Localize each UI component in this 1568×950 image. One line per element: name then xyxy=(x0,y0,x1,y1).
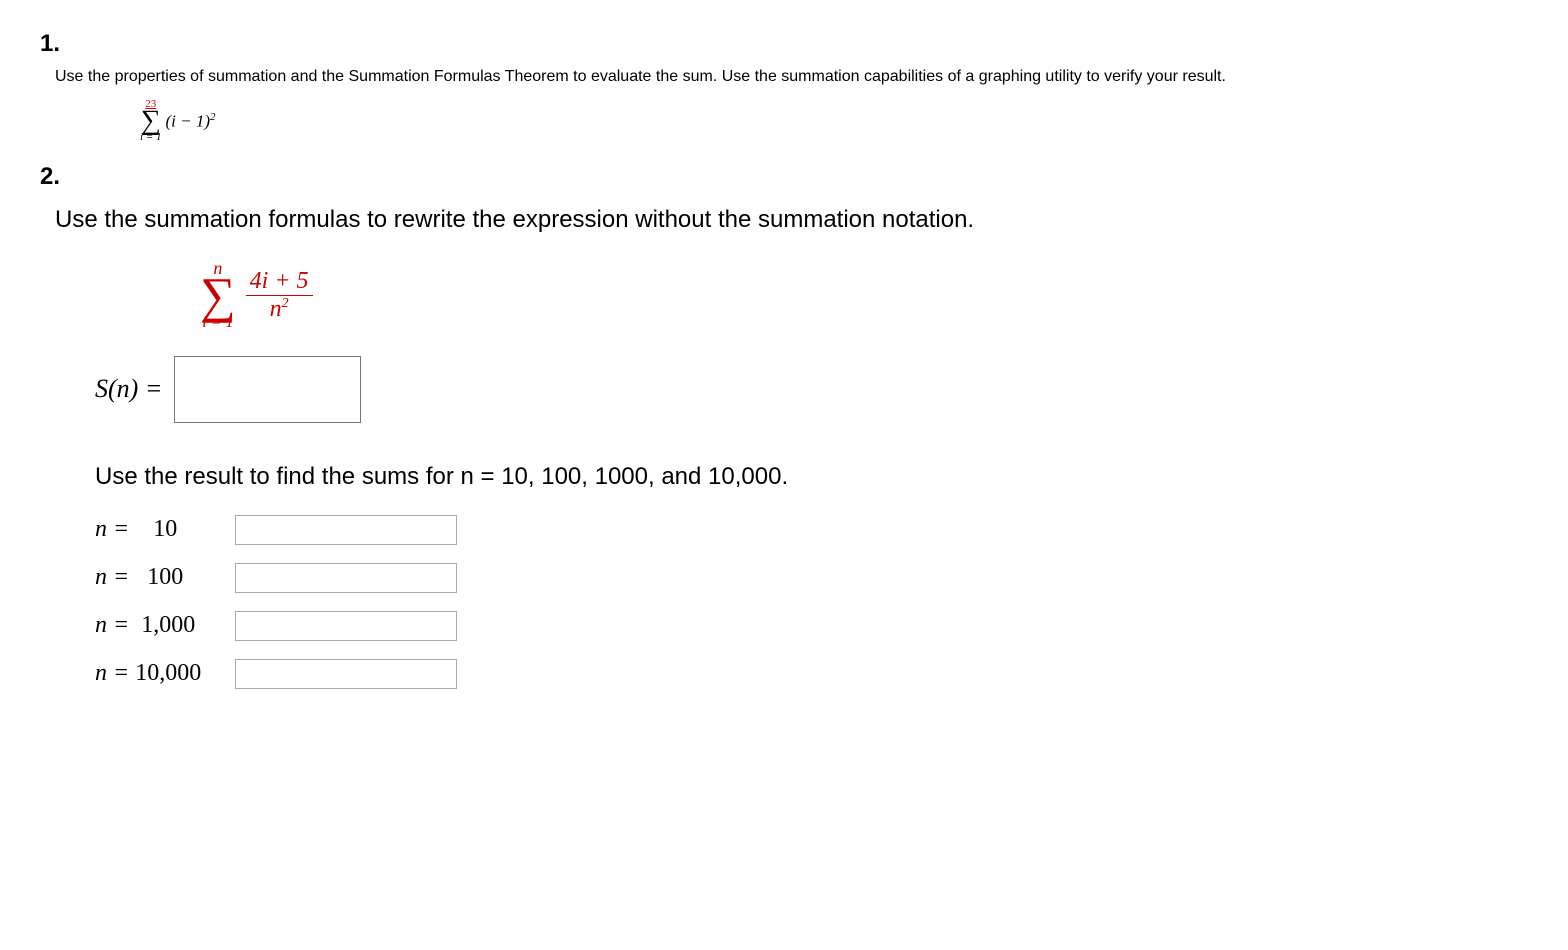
n-row-10: n = 10 xyxy=(95,511,1528,549)
sn-label: S(n) = xyxy=(95,374,162,404)
n-row-100: n = 100 xyxy=(95,559,1528,597)
sn-input[interactable] xyxy=(174,356,361,423)
n-row-1000: n = 1,000 xyxy=(95,607,1528,645)
n-label: n = 10,000 xyxy=(95,660,235,687)
q2-number: 2. xyxy=(40,163,1528,191)
q2-formula: n ∑ i = 1 4i + 5 n2 xyxy=(200,259,1528,331)
n-label: n = 10 xyxy=(95,516,235,543)
sum-lower: i = 1 xyxy=(140,132,161,143)
sum-term: (i − 1)2 xyxy=(165,111,215,132)
sn-row: S(n) = xyxy=(95,356,1528,423)
n-input-1000[interactable] xyxy=(235,611,457,641)
fraction: 4i + 5 n2 xyxy=(246,268,313,323)
sum-lower: i = 1 xyxy=(202,315,233,331)
sigma-icon: ∑ xyxy=(200,277,236,315)
n-label: n = 1,000 xyxy=(95,612,235,639)
n-label: n = 100 xyxy=(95,564,235,591)
n-input-10[interactable] xyxy=(235,515,457,545)
n-input-100[interactable] xyxy=(235,563,457,593)
numerator: 4i + 5 xyxy=(246,268,313,295)
sigma-icon: ∑ xyxy=(141,110,161,132)
n-input-10000[interactable] xyxy=(235,659,457,689)
q2-instruction-2: Use the result to find the sums for n = … xyxy=(95,463,1528,491)
q1-formula: 23 ∑ i = 1 (i − 1)2 xyxy=(140,94,1528,143)
n-row-10000: n = 10,000 xyxy=(95,655,1528,693)
q2-instruction-1: Use the summation formulas to rewrite th… xyxy=(55,206,1528,234)
denominator: n2 xyxy=(266,296,293,323)
q1-instruction: Use the properties of summation and the … xyxy=(55,68,1528,86)
q1-number: 1. xyxy=(40,30,1528,58)
